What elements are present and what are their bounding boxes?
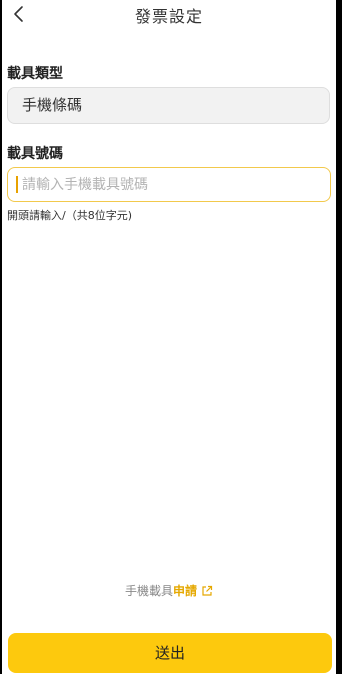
carrier-number-hint: 開頭請輸入/（共8位字元)	[7, 209, 132, 222]
carrier-type-field[interactable]: 手機條碼	[7, 87, 330, 124]
apply-link-prefix: 手機載具	[124, 584, 173, 598]
page-title: 發票設定	[134, 7, 203, 26]
external-link-icon	[201, 585, 213, 597]
apply-link-accent: 申請	[173, 584, 198, 598]
carrier-type-label: 載具類型	[7, 66, 63, 82]
invoice-settings-screen: 發票設定 載具類型 手機條碼 載具號碼 開頭請輸入/（共8位字元) 手機載具申請…	[2, 0, 336, 674]
text-caret	[16, 176, 18, 193]
carrier-number-input[interactable]	[7, 167, 331, 202]
carrier-number-label: 載具號碼	[7, 146, 63, 162]
mobile-carrier-apply-link[interactable]: 手機載具申請	[2, 582, 336, 599]
nav-bar: 發票設定	[2, 0, 336, 30]
submit-button[interactable]: 送出	[8, 633, 332, 673]
